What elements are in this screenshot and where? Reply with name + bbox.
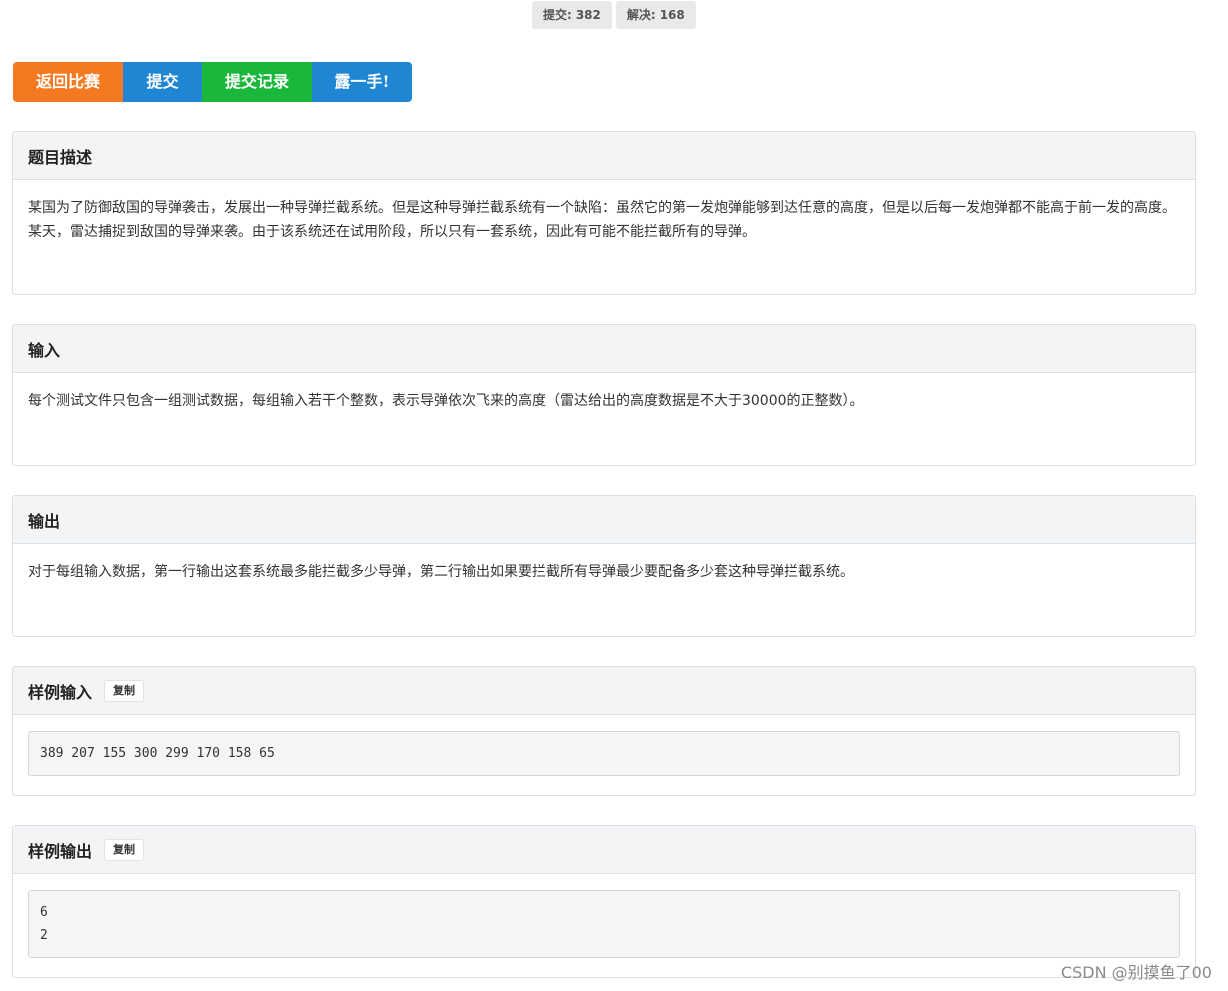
output-body: 对于每组输入数据，第一行输出这套系统最多能拦截多少导弹，第二行输出如果要拦截所有…: [13, 544, 1195, 600]
output-panel: 输出 对于每组输入数据，第一行输出这套系统最多能拦截多少导弹，第二行输出如果要拦…: [12, 495, 1196, 637]
solved-count-badge: 解决: 168: [615, 1, 696, 29]
sample-output-code[interactable]: 6 2: [28, 890, 1180, 958]
problem-stats: 提交: 382 解决: 168: [532, 1, 696, 29]
solved-count-value: 168: [659, 8, 685, 22]
input-panel-header: 输入: [13, 325, 1195, 373]
input-body: 每个测试文件只包含一组测试数据，每组输入若干个整数，表示导弹依次飞来的高度（雷达…: [13, 373, 1195, 429]
sample-output-title: 样例输出: [28, 841, 93, 861]
submission-record-button[interactable]: 提交记录: [202, 62, 312, 102]
description-title: 题目描述: [28, 147, 93, 167]
submit-count-label: 提交:: [543, 8, 572, 22]
copy-sample-input-button[interactable]: 复制: [104, 679, 145, 702]
submit-button[interactable]: 提交: [123, 62, 202, 102]
back-to-contest-button[interactable]: 返回比赛: [13, 62, 123, 102]
input-panel: 输入 每个测试文件只包含一组测试数据，每组输入若干个整数，表示导弹依次飞来的高度…: [12, 324, 1196, 466]
solved-count-label: 解决:: [626, 8, 656, 22]
output-panel-header: 输出: [13, 496, 1195, 544]
output-text: 对于每组输入数据，第一行输出这套系统最多能拦截多少导弹，第二行输出如果要拦截所有…: [28, 564, 854, 580]
submit-count-badge: 提交: 382: [532, 1, 612, 29]
show-off-button[interactable]: 露一手!: [312, 62, 412, 102]
description-body: 某国为了防御敌国的导弹袭击，发展出一种导弹拦截系统。但是这种导弹拦截系统有一个缺…: [13, 180, 1195, 260]
output-title: 输出: [28, 511, 61, 531]
sample-output-body: 6 2: [13, 874, 1195, 974]
description-panel-header: 题目描述: [13, 132, 1195, 180]
sample-input-title: 样例输入: [28, 682, 93, 702]
input-title: 输入: [28, 340, 61, 360]
action-button-group: 返回比赛 提交 提交记录 露一手!: [13, 62, 412, 102]
sample-output-panel: 样例输出 复制 6 2: [12, 825, 1196, 978]
sample-input-body: 389 207 155 300 299 170 158 65: [13, 715, 1195, 792]
copy-sample-output-button[interactable]: 复制: [104, 838, 145, 861]
input-text: 每个测试文件只包含一组测试数据，每组输入若干个整数，表示导弹依次飞来的高度（雷达…: [28, 393, 864, 409]
sample-input-code[interactable]: 389 207 155 300 299 170 158 65: [28, 731, 1180, 776]
sample-input-panel: 样例输入 复制 389 207 155 300 299 170 158 65: [12, 666, 1196, 796]
sample-input-panel-header: 样例输入 复制: [13, 667, 1195, 715]
watermark: CSDN @别摸鱼了00: [1060, 963, 1212, 982]
description-text: 某国为了防御敌国的导弹袭击，发展出一种导弹拦截系统。但是这种导弹拦截系统有一个缺…: [28, 200, 1176, 240]
sample-output-panel-header: 样例输出 复制: [13, 826, 1195, 874]
description-panel: 题目描述 某国为了防御敌国的导弹袭击，发展出一种导弹拦截系统。但是这种导弹拦截系…: [12, 131, 1196, 295]
submit-count-value: 382: [575, 8, 601, 22]
